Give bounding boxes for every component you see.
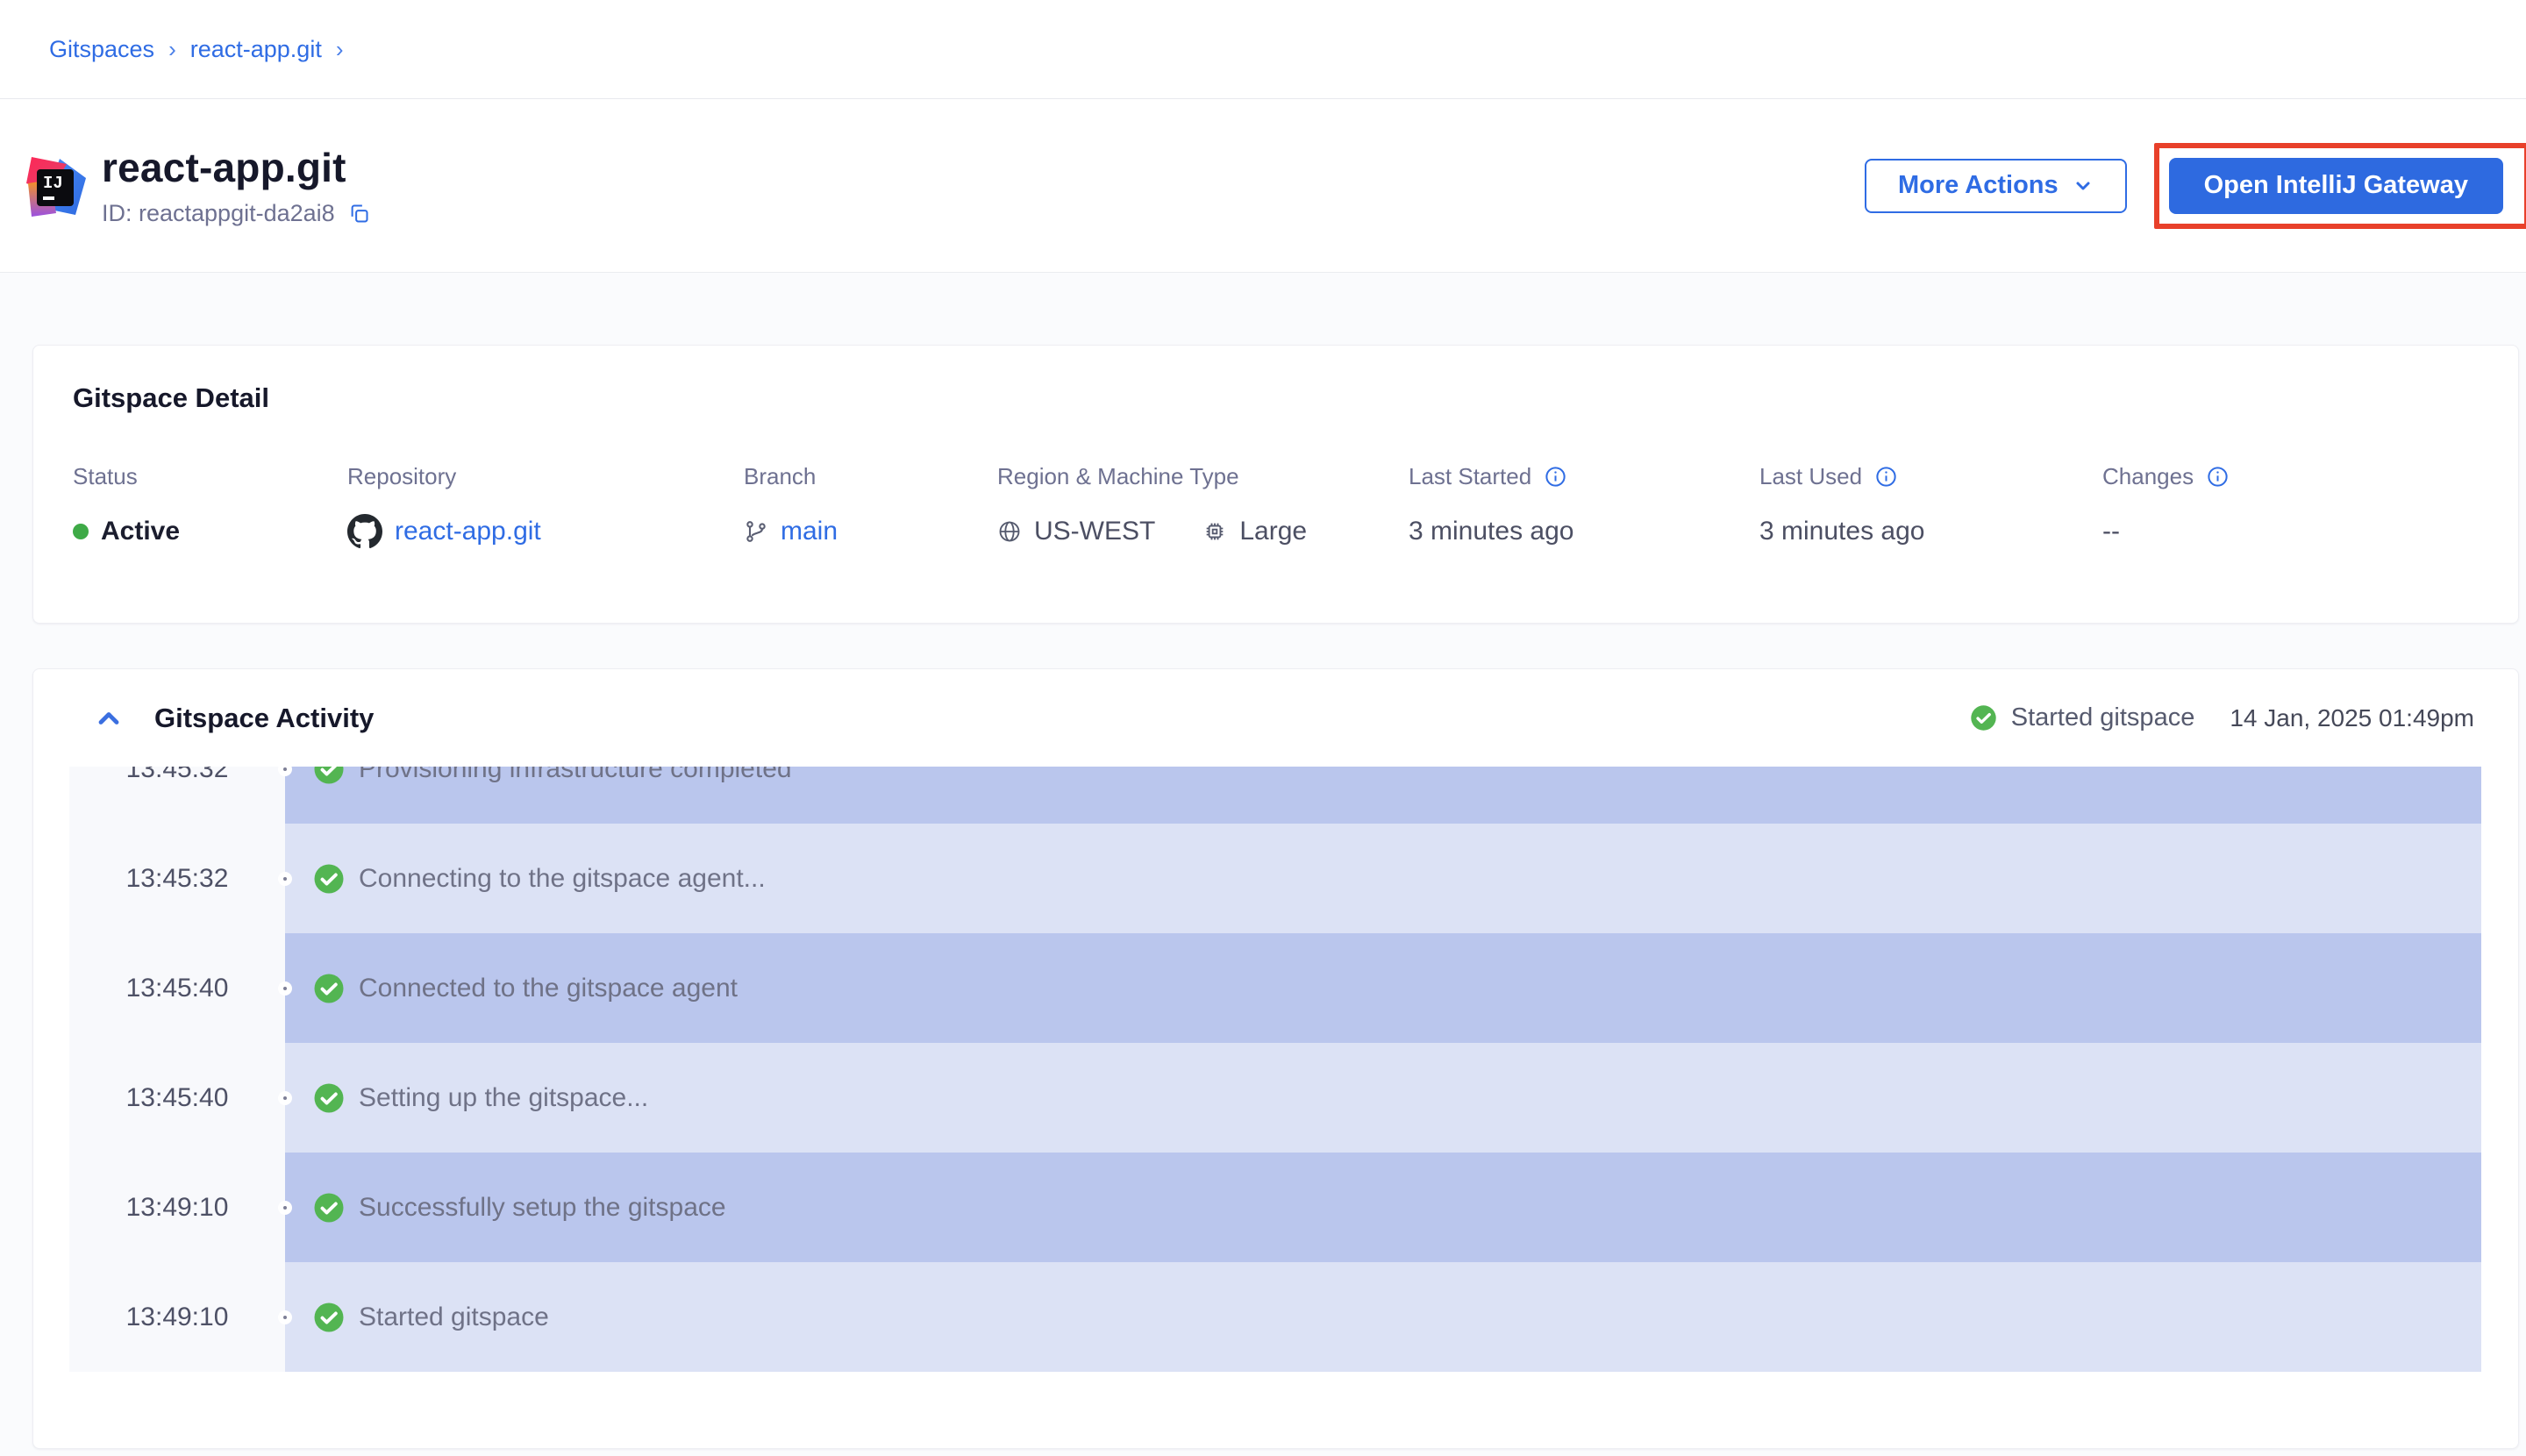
last-started-value: 3 minutes ago: [1409, 513, 1759, 550]
detail-card-title: Gitspace Detail: [73, 382, 2479, 414]
github-icon: [347, 514, 382, 549]
branch-link[interactable]: main: [781, 517, 838, 546]
breadcrumb-separator: ›: [168, 36, 176, 63]
repository-label: Repository: [347, 463, 744, 490]
activity-status-text: Started gitspace: [2011, 703, 2195, 732]
gitspace-id: ID: reactappgit-da2ai8: [102, 200, 335, 227]
log-time: 13:49:10: [69, 1262, 285, 1372]
check-circle-icon: [1970, 704, 1997, 732]
page-header: IJ react-app.git ID: reactappgit-da2ai8 …: [0, 99, 2526, 272]
timeline-dot: [278, 1091, 292, 1105]
timeline-dot: [278, 1201, 292, 1215]
activity-log-row: 13:45:32 Connecting to the gitspace agen…: [69, 824, 2481, 933]
activity-log-row: 13:45:32 Provisioning infrastructure com…: [69, 767, 2481, 824]
info-icon[interactable]: [2206, 465, 2230, 489]
log-time: 13:45:32: [69, 824, 285, 933]
log-time: 13:45:40: [69, 1043, 285, 1153]
log-message: Connected to the gitspace agent: [359, 974, 738, 1003]
field-region-machine: Region & Machine Type US-WEST: [997, 463, 1409, 550]
open-intellij-gateway-button[interactable]: Open IntelliJ Gateway: [2169, 158, 2503, 214]
log-message: Successfully setup the gitspace: [359, 1193, 726, 1223]
check-circle-icon: [313, 1302, 345, 1333]
chevron-down-icon: [2073, 175, 2094, 196]
more-actions-button[interactable]: More Actions: [1865, 159, 2127, 213]
breadcrumb-bar: Gitspaces › react-app.git ›: [0, 0, 2526, 99]
copy-icon[interactable]: [347, 202, 371, 225]
changes-label: Changes: [2102, 463, 2194, 490]
check-circle-icon: [313, 1082, 345, 1114]
activity-card-title: Gitspace Activity: [154, 703, 374, 734]
status-value: Active: [101, 517, 180, 546]
status-label: Status: [73, 463, 347, 490]
collapse-chevron-up-icon[interactable]: [91, 701, 126, 736]
git-branch-icon: [744, 519, 768, 544]
breadcrumb-link-gitspaces[interactable]: Gitspaces: [49, 36, 154, 63]
timeline-dot: [278, 872, 292, 886]
check-circle-icon: [313, 863, 345, 895]
activity-log-row: 13:49:10 Successfully setup the gitspace: [69, 1153, 2481, 1262]
log-time: 13:49:10: [69, 1153, 285, 1262]
info-icon[interactable]: [1544, 465, 1567, 489]
check-circle-icon: [313, 1192, 345, 1224]
log-time: 13:45:40: [69, 933, 285, 1043]
log-message: Provisioning infrastructure completed: [359, 767, 792, 784]
log-message: Started gitspace: [359, 1303, 549, 1332]
machine-type-value: Large: [1239, 517, 1307, 546]
timeline-dot: [278, 767, 292, 776]
svg-text:IJ: IJ: [43, 174, 63, 193]
repository-link[interactable]: react-app.git: [395, 517, 541, 546]
page-title: react-app.git: [102, 144, 371, 191]
machine-type-icon: [1202, 519, 1227, 544]
region-value: US-WEST: [1034, 517, 1155, 546]
activity-log-row: 13:45:40 Setting up the gitspace...: [69, 1043, 2481, 1153]
field-branch: Branch main: [744, 463, 997, 550]
field-status: Status Active: [73, 463, 347, 550]
log-time: 13:45:32: [69, 767, 285, 824]
check-circle-icon: [313, 973, 345, 1004]
last-used-label: Last Used: [1759, 463, 1862, 490]
changes-value: --: [2102, 513, 2479, 550]
check-circle-icon: [313, 767, 345, 785]
region-machine-label: Region & Machine Type: [997, 463, 1409, 490]
field-repository: Repository react-app.git: [347, 463, 744, 550]
gitspace-detail-card: Gitspace Detail Status Active Repository…: [32, 345, 2519, 624]
activity-log-row: 13:45:40 Connected to the gitspace agent: [69, 933, 2481, 1043]
intellij-logo-icon: IJ: [25, 155, 86, 217]
breadcrumb: Gitspaces › react-app.git ›: [49, 36, 344, 63]
status-active-dot: [73, 524, 89, 539]
globe-icon: [997, 519, 1022, 544]
breadcrumb-separator: ›: [336, 36, 344, 63]
field-changes: Changes --: [2102, 463, 2479, 550]
last-used-value: 3 minutes ago: [1759, 513, 2102, 550]
branch-label: Branch: [744, 463, 997, 490]
gitspace-activity-card: Gitspace Activity Started gitspace 14 Ja…: [32, 668, 2519, 1449]
field-last-started: Last Started 3 minutes ago: [1409, 463, 1759, 550]
timeline-dot: [278, 981, 292, 996]
log-message: Setting up the gitspace...: [359, 1083, 648, 1113]
activity-log-row: 13:49:10 Started gitspace: [69, 1262, 2481, 1372]
last-started-label: Last Started: [1409, 463, 1531, 490]
more-actions-label: More Actions: [1898, 171, 2059, 200]
info-icon[interactable]: [1874, 465, 1898, 489]
timeline-dot: [278, 1310, 292, 1324]
breadcrumb-link-gitspace[interactable]: react-app.git: [190, 36, 322, 63]
field-last-used: Last Used 3 minutes ago: [1759, 463, 2102, 550]
activity-status-badge: Started gitspace: [1970, 703, 2195, 732]
log-message: Connecting to the gitspace agent...: [359, 864, 766, 894]
activity-log-viewport[interactable]: 13:45:32 Provisioning infrastructure com…: [69, 767, 2481, 1374]
activity-timestamp: 14 Jan, 2025 01:49pm: [2230, 704, 2474, 732]
